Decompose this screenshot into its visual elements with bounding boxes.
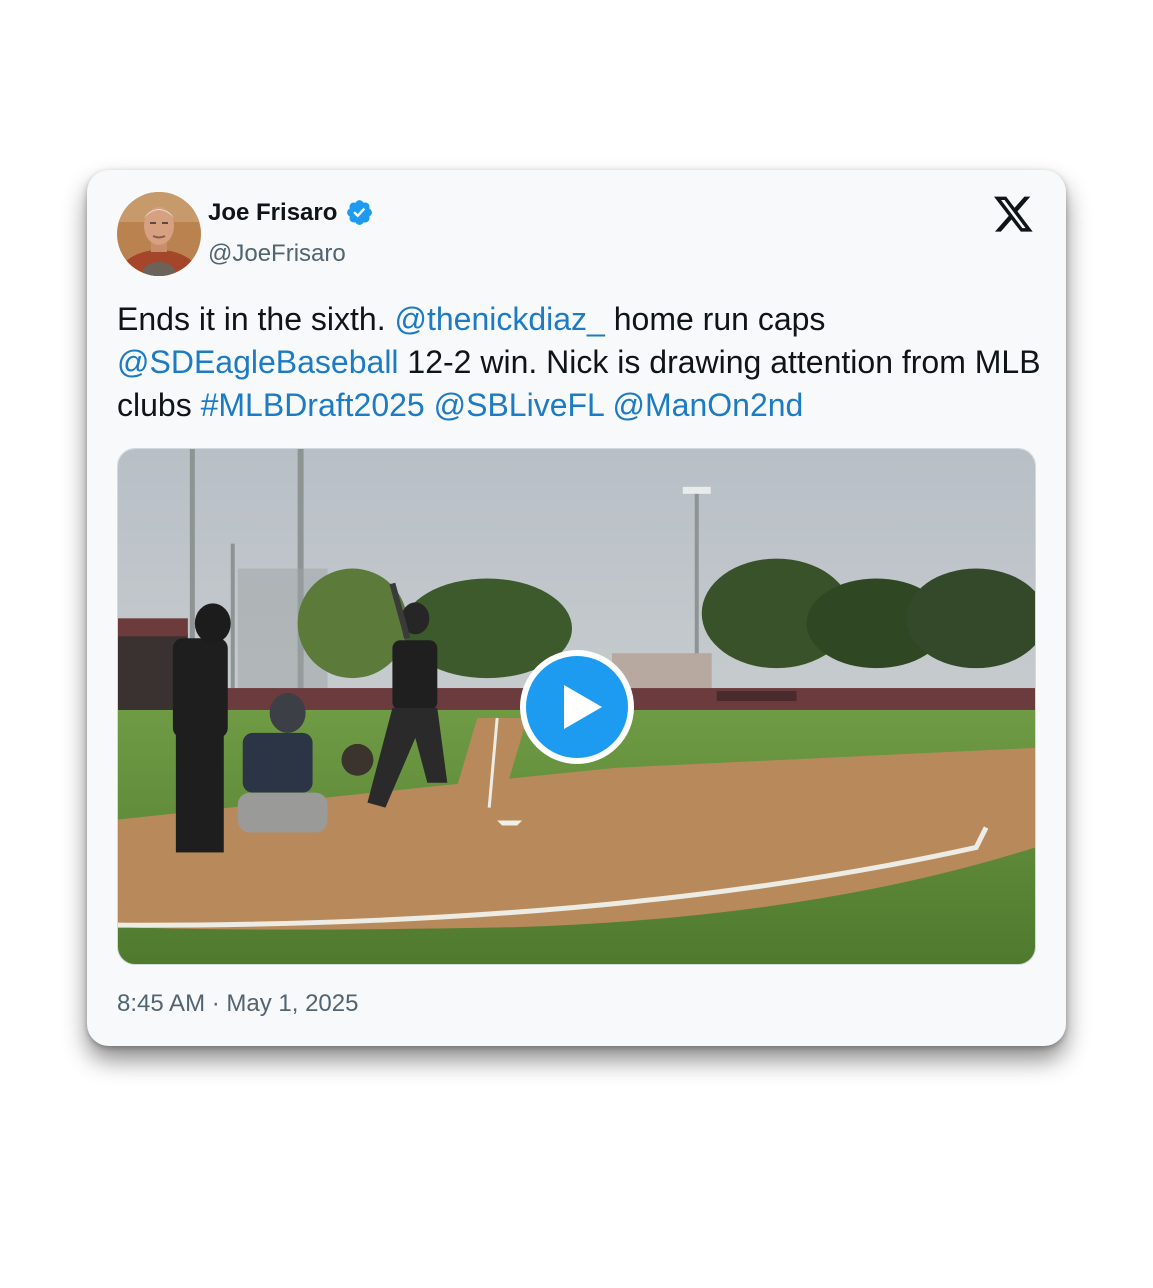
tweet-card: Joe Frisaro @JoeFrisaro Ends it in the s… — [87, 170, 1066, 1046]
tweet-text-segment: Ends it in the sixth. — [117, 301, 395, 337]
play-button[interactable] — [518, 648, 636, 766]
mention-link[interactable]: @SDEagleBaseball — [117, 344, 399, 380]
author-name-row[interactable]: Joe Frisaro — [208, 198, 374, 227]
avatar-image — [117, 192, 201, 276]
tweet-text-segment: home run caps — [604, 301, 826, 337]
mention-link[interactable]: @SBLiveFL — [434, 387, 604, 423]
author-handle[interactable]: @JoeFrisaro — [208, 240, 346, 268]
video-player[interactable] — [117, 448, 1036, 965]
tweet-timestamp[interactable]: 8:45 AM · May 1, 2025 — [117, 990, 358, 1018]
verified-badge-icon — [345, 198, 374, 227]
author-name[interactable]: Joe Frisaro — [208, 199, 337, 227]
avatar[interactable] — [117, 192, 201, 276]
play-icon — [520, 650, 634, 764]
mention-link[interactable]: @thenickdiaz_ — [394, 301, 604, 337]
x-logo-icon[interactable] — [994, 196, 1034, 234]
tweet-text-segment — [604, 387, 613, 423]
tweet-text-segment — [425, 387, 434, 423]
hashtag-link[interactable]: #MLBDraft2025 — [201, 387, 425, 423]
mention-link[interactable]: @ManOn2nd — [613, 387, 804, 423]
tweet-text: Ends it in the sixth. @thenickdiaz_ home… — [117, 298, 1047, 427]
